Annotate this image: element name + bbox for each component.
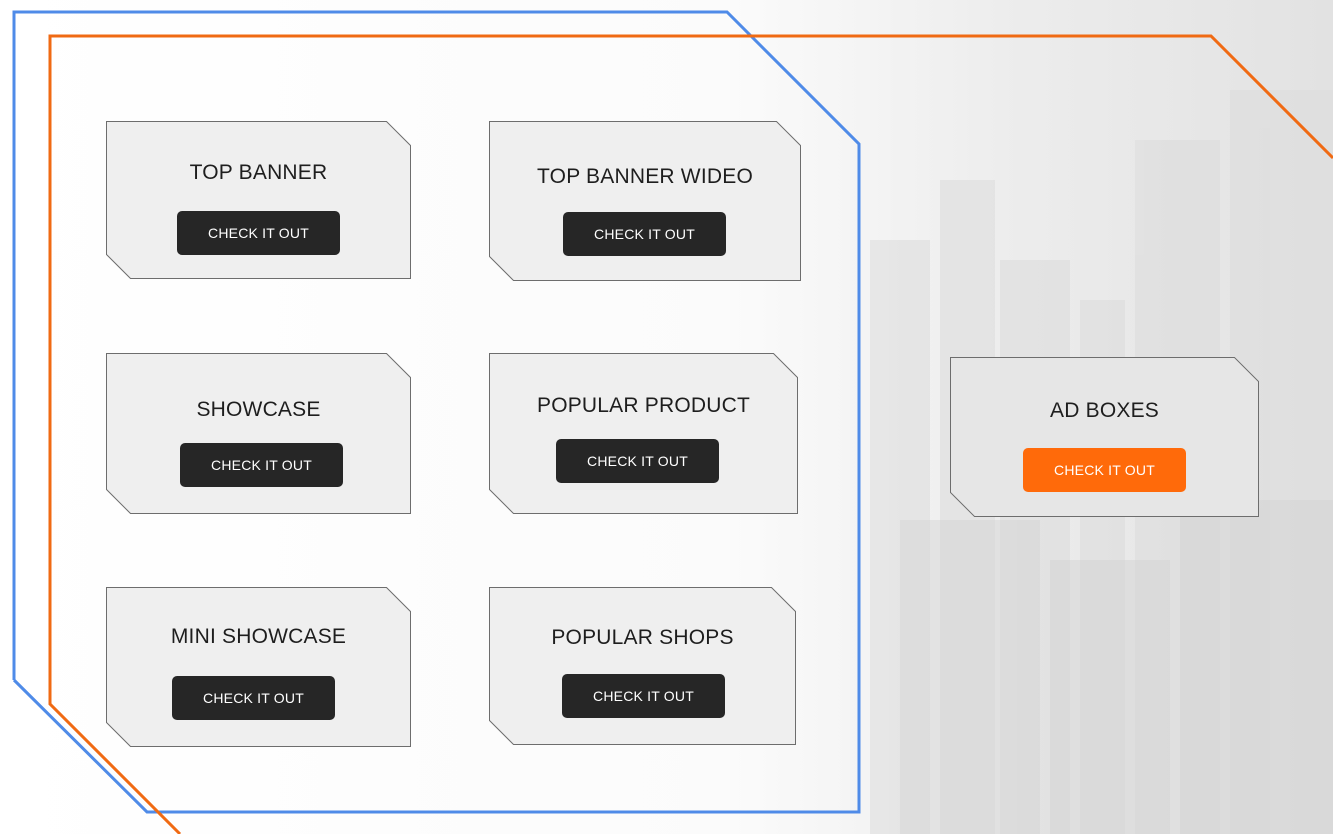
card-title: SHOWCASE [196, 398, 321, 421]
card-showcase: SHOWCASE CHECK IT OUT [106, 353, 411, 514]
card-outline [489, 353, 798, 514]
card-outline [106, 587, 411, 747]
card-title: MINI SHOWCASE [170, 625, 347, 648]
check-it-out-button[interactable]: CHECK IT OUT [177, 211, 340, 255]
card-outline [950, 357, 1259, 517]
card-top-banner: TOP BANNER CHECK IT OUT [106, 121, 411, 279]
card-ad-boxes: AD BOXES CHECK IT OUT [950, 357, 1259, 517]
card-mini-showcase: MINI SHOWCASE CHECK IT OUT [106, 587, 411, 747]
card-title: TOP BANNER WIDEO [537, 165, 753, 188]
card-title: POPULAR SHOPS [551, 626, 734, 649]
card-popular-shops: POPULAR SHOPS CHECK IT OUT [489, 587, 796, 745]
card-popular-product: POPULAR PRODUCT CHECK IT OUT [489, 353, 798, 514]
check-it-out-button[interactable]: CHECK IT OUT [1023, 448, 1186, 492]
check-it-out-button[interactable]: CHECK IT OUT [556, 439, 719, 483]
card-outline [489, 587, 796, 745]
check-it-out-button[interactable]: CHECK IT OUT [563, 212, 726, 256]
card-title: POPULAR PRODUCT [536, 394, 751, 417]
check-it-out-button[interactable]: CHECK IT OUT [562, 674, 725, 718]
card-outline [489, 121, 801, 281]
card-top-banner-wideo: TOP BANNER WIDEO CHECK IT OUT [489, 121, 801, 281]
check-it-out-button[interactable]: CHECK IT OUT [172, 676, 335, 720]
card-outline [106, 353, 411, 514]
card-outline [106, 121, 411, 279]
card-title: TOP BANNER [189, 161, 328, 184]
check-it-out-button[interactable]: CHECK IT OUT [180, 443, 343, 487]
card-title: AD BOXES [1050, 399, 1159, 422]
